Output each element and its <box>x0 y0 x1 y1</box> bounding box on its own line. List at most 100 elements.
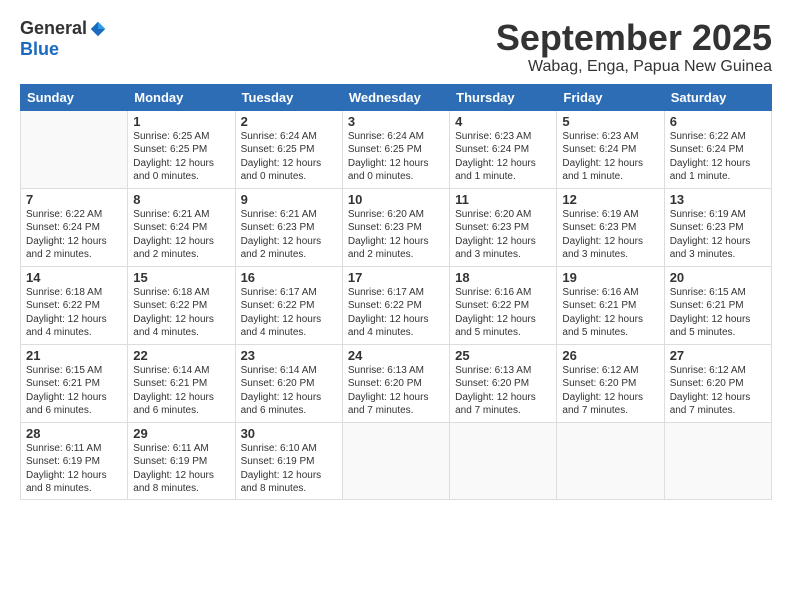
header-friday: Friday <box>557 84 664 110</box>
calendar-cell: 13Sunrise: 6:19 AM Sunset: 6:23 PM Dayli… <box>664 188 771 266</box>
day-info: Sunrise: 6:13 AM Sunset: 6:20 PM Dayligh… <box>455 364 551 418</box>
calendar-cell: 14Sunrise: 6:18 AM Sunset: 6:22 PM Dayli… <box>21 266 128 344</box>
day-number: 14 <box>26 270 122 285</box>
calendar-cell: 23Sunrise: 6:14 AM Sunset: 6:20 PM Dayli… <box>235 344 342 422</box>
logo: General Blue <box>20 18 107 60</box>
day-info: Sunrise: 6:18 AM Sunset: 6:22 PM Dayligh… <box>133 286 229 340</box>
calendar-cell: 20Sunrise: 6:15 AM Sunset: 6:21 PM Dayli… <box>664 266 771 344</box>
header: General Blue September 2025 Wabag, Enga,… <box>20 18 772 76</box>
calendar-cell <box>21 110 128 188</box>
calendar-cell: 22Sunrise: 6:14 AM Sunset: 6:21 PM Dayli… <box>128 344 235 422</box>
header-tuesday: Tuesday <box>235 84 342 110</box>
calendar-cell: 7Sunrise: 6:22 AM Sunset: 6:24 PM Daylig… <box>21 188 128 266</box>
calendar-cell: 17Sunrise: 6:17 AM Sunset: 6:22 PM Dayli… <box>342 266 449 344</box>
day-info: Sunrise: 6:21 AM Sunset: 6:24 PM Dayligh… <box>133 208 229 262</box>
week-row-2: 7Sunrise: 6:22 AM Sunset: 6:24 PM Daylig… <box>21 188 772 266</box>
calendar-cell: 18Sunrise: 6:16 AM Sunset: 6:22 PM Dayli… <box>450 266 557 344</box>
header-saturday: Saturday <box>664 84 771 110</box>
day-number: 17 <box>348 270 444 285</box>
day-number: 9 <box>241 192 337 207</box>
day-info: Sunrise: 6:17 AM Sunset: 6:22 PM Dayligh… <box>241 286 337 340</box>
header-sunday: Sunday <box>21 84 128 110</box>
day-info: Sunrise: 6:15 AM Sunset: 6:21 PM Dayligh… <box>670 286 766 340</box>
day-number: 12 <box>562 192 658 207</box>
day-info: Sunrise: 6:20 AM Sunset: 6:23 PM Dayligh… <box>348 208 444 262</box>
day-number: 13 <box>670 192 766 207</box>
day-number: 11 <box>455 192 551 207</box>
day-number: 30 <box>241 426 337 441</box>
day-number: 16 <box>241 270 337 285</box>
day-info: Sunrise: 6:22 AM Sunset: 6:24 PM Dayligh… <box>670 130 766 184</box>
title-section: September 2025 Wabag, Enga, Papua New Gu… <box>496 18 772 76</box>
calendar-cell: 8Sunrise: 6:21 AM Sunset: 6:24 PM Daylig… <box>128 188 235 266</box>
day-info: Sunrise: 6:12 AM Sunset: 6:20 PM Dayligh… <box>562 364 658 418</box>
day-number: 20 <box>670 270 766 285</box>
calendar-table: Sunday Monday Tuesday Wednesday Thursday… <box>20 84 772 500</box>
header-wednesday: Wednesday <box>342 84 449 110</box>
week-row-3: 14Sunrise: 6:18 AM Sunset: 6:22 PM Dayli… <box>21 266 772 344</box>
day-number: 24 <box>348 348 444 363</box>
day-number: 8 <box>133 192 229 207</box>
day-info: Sunrise: 6:14 AM Sunset: 6:20 PM Dayligh… <box>241 364 337 418</box>
calendar-cell: 30Sunrise: 6:10 AM Sunset: 6:19 PM Dayli… <box>235 422 342 499</box>
day-info: Sunrise: 6:12 AM Sunset: 6:20 PM Dayligh… <box>670 364 766 418</box>
day-number: 10 <box>348 192 444 207</box>
day-info: Sunrise: 6:16 AM Sunset: 6:22 PM Dayligh… <box>455 286 551 340</box>
calendar-cell: 1Sunrise: 6:25 AM Sunset: 6:25 PM Daylig… <box>128 110 235 188</box>
day-number: 21 <box>26 348 122 363</box>
calendar-cell <box>664 422 771 499</box>
day-info: Sunrise: 6:13 AM Sunset: 6:20 PM Dayligh… <box>348 364 444 418</box>
calendar-cell: 6Sunrise: 6:22 AM Sunset: 6:24 PM Daylig… <box>664 110 771 188</box>
day-info: Sunrise: 6:11 AM Sunset: 6:19 PM Dayligh… <box>133 442 229 496</box>
calendar-cell: 25Sunrise: 6:13 AM Sunset: 6:20 PM Dayli… <box>450 344 557 422</box>
day-info: Sunrise: 6:18 AM Sunset: 6:22 PM Dayligh… <box>26 286 122 340</box>
calendar-cell <box>557 422 664 499</box>
day-info: Sunrise: 6:20 AM Sunset: 6:23 PM Dayligh… <box>455 208 551 262</box>
calendar-cell: 28Sunrise: 6:11 AM Sunset: 6:19 PM Dayli… <box>21 422 128 499</box>
day-info: Sunrise: 6:10 AM Sunset: 6:19 PM Dayligh… <box>241 442 337 496</box>
calendar-cell: 11Sunrise: 6:20 AM Sunset: 6:23 PM Dayli… <box>450 188 557 266</box>
day-info: Sunrise: 6:21 AM Sunset: 6:23 PM Dayligh… <box>241 208 337 262</box>
day-number: 27 <box>670 348 766 363</box>
day-info: Sunrise: 6:11 AM Sunset: 6:19 PM Dayligh… <box>26 442 122 496</box>
day-info: Sunrise: 6:19 AM Sunset: 6:23 PM Dayligh… <box>562 208 658 262</box>
day-info: Sunrise: 6:19 AM Sunset: 6:23 PM Dayligh… <box>670 208 766 262</box>
calendar-cell: 5Sunrise: 6:23 AM Sunset: 6:24 PM Daylig… <box>557 110 664 188</box>
calendar-cell: 21Sunrise: 6:15 AM Sunset: 6:21 PM Dayli… <box>21 344 128 422</box>
day-number: 3 <box>348 114 444 129</box>
logo-general-text: General <box>20 18 87 39</box>
calendar-cell: 4Sunrise: 6:23 AM Sunset: 6:24 PM Daylig… <box>450 110 557 188</box>
week-row-5: 28Sunrise: 6:11 AM Sunset: 6:19 PM Dayli… <box>21 422 772 499</box>
month-title: September 2025 <box>496 18 772 58</box>
calendar-cell <box>342 422 449 499</box>
day-number: 22 <box>133 348 229 363</box>
calendar-cell: 19Sunrise: 6:16 AM Sunset: 6:21 PM Dayli… <box>557 266 664 344</box>
calendar-cell: 27Sunrise: 6:12 AM Sunset: 6:20 PM Dayli… <box>664 344 771 422</box>
day-info: Sunrise: 6:15 AM Sunset: 6:21 PM Dayligh… <box>26 364 122 418</box>
day-number: 5 <box>562 114 658 129</box>
header-monday: Monday <box>128 84 235 110</box>
day-number: 25 <box>455 348 551 363</box>
day-number: 26 <box>562 348 658 363</box>
calendar-cell: 26Sunrise: 6:12 AM Sunset: 6:20 PM Dayli… <box>557 344 664 422</box>
day-number: 29 <box>133 426 229 441</box>
location-subtitle: Wabag, Enga, Papua New Guinea <box>496 58 772 76</box>
calendar-cell: 10Sunrise: 6:20 AM Sunset: 6:23 PM Dayli… <box>342 188 449 266</box>
calendar-cell: 2Sunrise: 6:24 AM Sunset: 6:25 PM Daylig… <box>235 110 342 188</box>
calendar-cell <box>450 422 557 499</box>
header-thursday: Thursday <box>450 84 557 110</box>
day-info: Sunrise: 6:23 AM Sunset: 6:24 PM Dayligh… <box>562 130 658 184</box>
calendar-cell: 9Sunrise: 6:21 AM Sunset: 6:23 PM Daylig… <box>235 188 342 266</box>
week-row-1: 1Sunrise: 6:25 AM Sunset: 6:25 PM Daylig… <box>21 110 772 188</box>
calendar-cell: 15Sunrise: 6:18 AM Sunset: 6:22 PM Dayli… <box>128 266 235 344</box>
day-number: 6 <box>670 114 766 129</box>
day-info: Sunrise: 6:16 AM Sunset: 6:21 PM Dayligh… <box>562 286 658 340</box>
day-number: 4 <box>455 114 551 129</box>
logo-icon <box>89 20 107 38</box>
day-info: Sunrise: 6:17 AM Sunset: 6:22 PM Dayligh… <box>348 286 444 340</box>
day-info: Sunrise: 6:25 AM Sunset: 6:25 PM Dayligh… <box>133 130 229 184</box>
day-number: 1 <box>133 114 229 129</box>
day-number: 7 <box>26 192 122 207</box>
day-number: 18 <box>455 270 551 285</box>
calendar-cell: 16Sunrise: 6:17 AM Sunset: 6:22 PM Dayli… <box>235 266 342 344</box>
